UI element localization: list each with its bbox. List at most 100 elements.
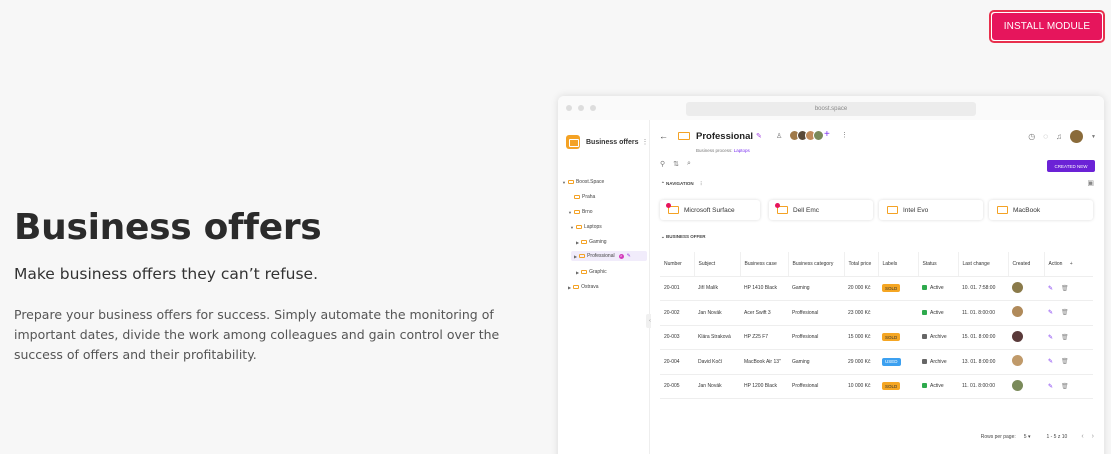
caret-down-icon: ▼ (570, 224, 574, 230)
add-column-icon[interactable]: + (1070, 261, 1073, 267)
edit-icon[interactable]: ✎ (1048, 384, 1053, 390)
next-page-icon[interactable]: › (1092, 433, 1094, 440)
nav-card-microsoft-surface[interactable]: Microsoft Surface (660, 200, 760, 220)
edit-icon[interactable]: ✎ (1048, 359, 1053, 365)
bell-icon[interactable]: ♫ (1056, 132, 1062, 141)
nav-card-intel-evo[interactable]: Intel Evo (879, 200, 983, 220)
nav-card-label: Intel Evo (903, 206, 929, 214)
kebab-menu-icon[interactable]: ⋮ (699, 181, 704, 186)
offers-table: Number Subject Business case Business ca… (660, 252, 1093, 399)
chevron-down-icon[interactable]: ▼ (1091, 134, 1096, 140)
folder-icon (678, 132, 690, 140)
table-row[interactable]: 20-005 Jan Novák HP 1200 Black Proffesio… (660, 374, 1093, 399)
breadcrumb: Business process: Laptops (696, 148, 750, 153)
prev-page-icon[interactable]: ‹ (1081, 433, 1083, 440)
member-avatars[interactable] (789, 130, 824, 141)
cell-label: SOLD (878, 325, 918, 350)
tree-item-laptops[interactable]: ▼ Laptops (570, 224, 602, 230)
trash-icon[interactable]: 🗑 (1061, 310, 1069, 316)
edit-icon[interactable]: ✎ (1048, 310, 1053, 316)
tree-item-boost-space[interactable]: ▼ Boost.Space (562, 179, 604, 185)
breadcrumb-link[interactable]: Laptops (734, 148, 750, 153)
cell-last-change: 11. 01. 8:00:00 (958, 374, 1008, 399)
tree-item-label: Brno (581, 209, 593, 215)
sold-badge: SOLD (882, 284, 901, 293)
column-header[interactable]: Subject (694, 252, 741, 277)
back-arrow-icon[interactable]: ← (659, 131, 668, 141)
image-icon[interactable]: ▣ (1087, 179, 1094, 187)
edit-icon[interactable]: ✎ (1048, 286, 1053, 292)
chat-icon[interactable]: ◌ (1043, 132, 1048, 141)
timer-icon[interactable]: ◷ (1028, 132, 1035, 141)
kebab-menu-icon[interactable]: ⋮ (841, 131, 848, 139)
table-row[interactable]: 20-002 Jan Novák Acer Swift 3 Proffesion… (660, 300, 1093, 326)
trash-icon[interactable]: 🗑 (1061, 286, 1069, 292)
window-dot (590, 105, 596, 111)
edit-icon[interactable]: ✎ (627, 253, 631, 259)
install-module-button[interactable]: INSTALL MODULE (989, 10, 1105, 43)
column-header[interactable]: Business case (740, 252, 789, 277)
rows-per-page-select[interactable]: 5 ▾ (1024, 434, 1031, 440)
column-header[interactable]: Last change (958, 252, 1009, 277)
rows-per-page-value: 5 (1023, 433, 1027, 440)
tree-item-label: Boost.Space (575, 179, 605, 185)
cell-subject: Klára Straková (694, 325, 740, 350)
user-avatar[interactable] (1070, 130, 1084, 143)
folder-icon (581, 240, 588, 244)
column-header[interactable]: Status (918, 252, 959, 277)
folder-icon (997, 206, 1008, 214)
table-row[interactable]: 20-004 David Kočí MacBook Air 13" Gaming… (660, 349, 1093, 375)
cell-price: 20 000 Kč (844, 276, 878, 301)
folder-icon (581, 270, 588, 274)
create-new-button[interactable]: CREATED NEW (1047, 160, 1095, 172)
cell-case: HP 1410 Black (740, 276, 788, 301)
cell-action: ✎ 🗑 (1044, 325, 1093, 350)
column-header[interactable]: Total price (844, 252, 879, 277)
tree-item-ostrava[interactable]: ▶ Ostrava (568, 284, 599, 290)
folder-logo-icon (566, 135, 580, 149)
search-icon[interactable]: ⌕ (687, 160, 691, 168)
add-member-icon[interactable]: + (824, 129, 830, 140)
cell-label: USED (878, 349, 918, 375)
nav-card-dell-emc[interactable]: Dell Emc (769, 200, 873, 220)
business-offer-section-label[interactable]: ⌄ BUSINESS OFFER (661, 234, 706, 240)
cell-number: 20-004 (660, 349, 694, 375)
tree-item-brno[interactable]: ▼ Brno (568, 209, 593, 215)
cell-category: Proffesional (788, 374, 844, 399)
tree-item-professional[interactable]: ▶ Professional 2 ✎ (571, 251, 647, 261)
trash-icon[interactable]: 🗑 (1061, 359, 1069, 365)
column-header[interactable]: Number (660, 252, 695, 277)
avatar (1012, 379, 1023, 391)
nav-card-label: Microsoft Surface (684, 206, 735, 214)
sidebar-title: Business offers (586, 138, 639, 146)
column-header[interactable]: Created (1008, 252, 1045, 277)
tree-item-graphic[interactable]: ▶ Graphic (576, 269, 607, 275)
table-row[interactable]: 20-001 Jiří Malík HP 1410 Black Gaming 2… (660, 276, 1093, 301)
column-header[interactable]: Labels (878, 252, 919, 277)
sold-badge: SOLD (882, 382, 901, 391)
column-header[interactable]: Action + (1044, 252, 1093, 277)
status-text: Active (930, 285, 944, 292)
edit-icon[interactable]: ✎ (756, 132, 762, 140)
tree-item-gaming[interactable]: ▶ Gaming (576, 239, 607, 245)
navigation-section-label[interactable]: ⌃ NAVIGATION ⋮ (661, 181, 703, 187)
user-icon[interactable]: ♙ (776, 132, 782, 140)
filter-icon[interactable]: ⚲ (660, 160, 665, 168)
folder-icon (573, 285, 580, 289)
trash-icon[interactable]: 🗑 (1061, 384, 1069, 390)
hero-subtitle: Make business offers they can’t refuse. (14, 265, 319, 283)
tree-item-praha[interactable]: Praha (574, 194, 595, 200)
nav-card-macbook[interactable]: MacBook (989, 200, 1093, 220)
folder-icon (579, 254, 586, 258)
sort-icon[interactable]: ⇅ (673, 160, 679, 168)
notification-badge (666, 203, 671, 208)
cell-created (1008, 300, 1044, 326)
column-header[interactable]: Business category (788, 252, 845, 277)
cell-created (1008, 374, 1044, 399)
edit-icon[interactable]: ✎ (1048, 335, 1053, 341)
avatar (1012, 355, 1023, 367)
cell-number: 20-005 (660, 374, 694, 399)
table-row[interactable]: 20-003 Klára Straková HP Z25 F7 Proffesi… (660, 325, 1093, 350)
avatar (1012, 330, 1023, 342)
trash-icon[interactable]: 🗑 (1061, 335, 1069, 341)
